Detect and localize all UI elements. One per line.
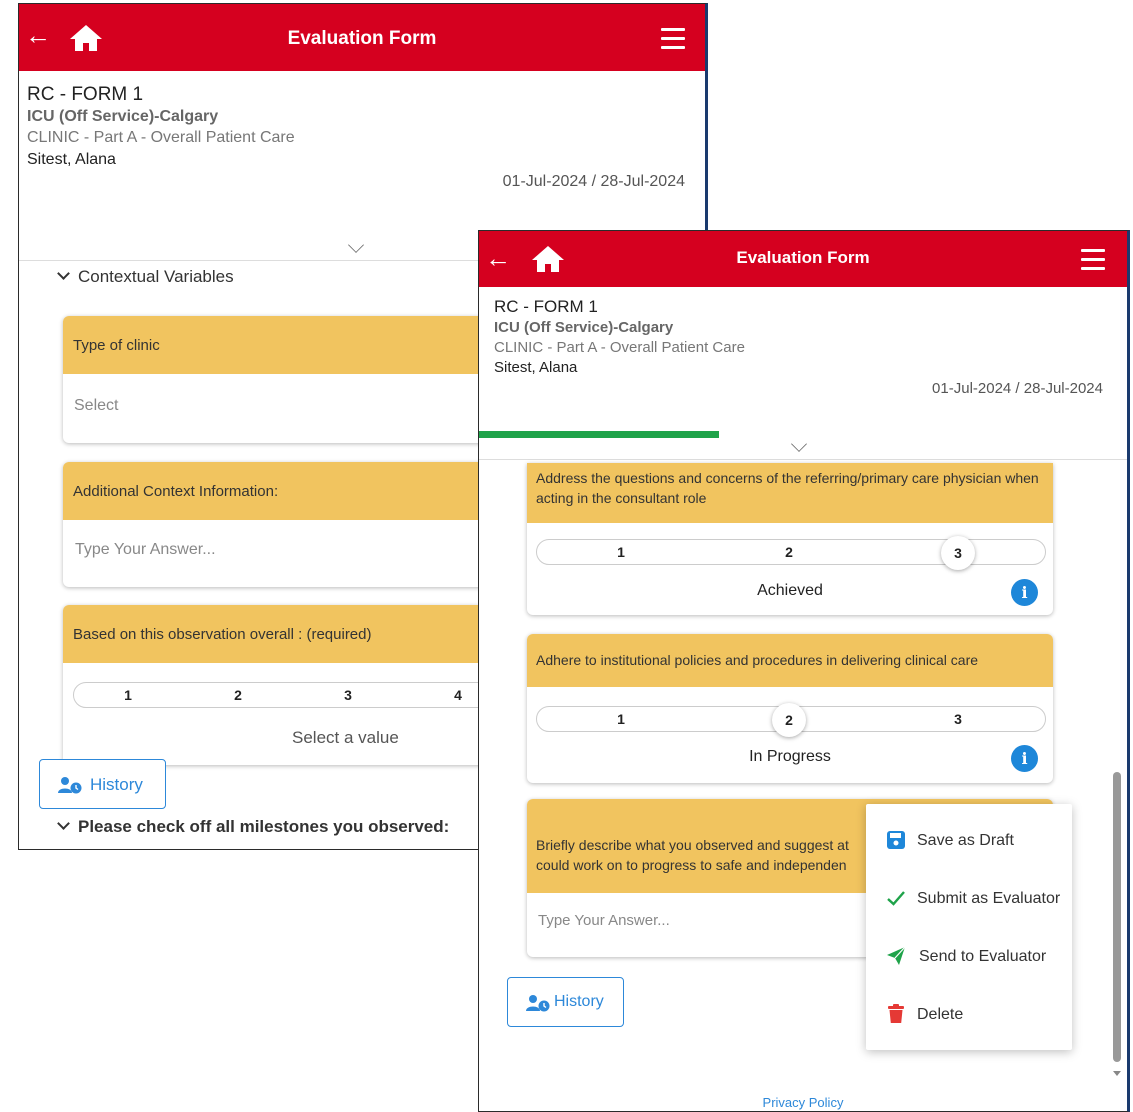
- rotation-name: ICU (Off Service)-Calgary: [27, 108, 219, 125]
- scale-value[interactable]: 1: [611, 711, 631, 727]
- card-label: Adhere to institutional policies and pro…: [527, 634, 1053, 687]
- rating-scale[interactable]: 1 2 3: [536, 536, 1046, 570]
- expand-header-chevron-icon[interactable]: [791, 436, 807, 452]
- chevron-down-icon: [57, 267, 70, 280]
- submit-as-evaluator-item[interactable]: Submit as Evaluator: [866, 870, 1072, 928]
- form-summary: RC - FORM 1 ICU (Off Service)-Calgary CL…: [479, 287, 1127, 459]
- trash-icon: [888, 1004, 904, 1023]
- institutional-policies-card: Adhere to institutional policies and pro…: [527, 634, 1053, 783]
- rating-scale[interactable]: 1 2 3: [536, 703, 1046, 737]
- person-name: Sitest, Alana: [27, 151, 116, 168]
- section-title: Please check off all milestones you obse…: [78, 817, 450, 836]
- app-header: ← Evaluation Form: [19, 4, 705, 71]
- info-icon[interactable]: i: [1011, 579, 1038, 606]
- menu-item-label: Delete: [917, 1006, 964, 1023]
- scale-status: In Progress: [749, 748, 831, 765]
- user-clock-icon: [526, 995, 550, 1012]
- selected-scale-knob[interactable]: 2: [772, 703, 806, 737]
- section-title: Contextual Variables: [78, 267, 234, 286]
- user-clock-icon: [58, 777, 82, 794]
- save-as-draft-item[interactable]: Save as Draft: [866, 812, 1072, 870]
- scale-value[interactable]: 2: [228, 687, 248, 703]
- rotation-name: ICU (Off Service)-Calgary: [494, 319, 674, 336]
- info-icon[interactable]: i: [1011, 745, 1038, 772]
- selected-scale-knob[interactable]: 3: [941, 536, 975, 570]
- menu-item-label: Submit as Evaluator: [917, 890, 1061, 907]
- scroll-down-arrow-icon[interactable]: [1113, 1071, 1121, 1076]
- card-label: Address the questions and concerns of th…: [527, 463, 1053, 523]
- delete-item[interactable]: Delete: [866, 986, 1072, 1044]
- scale-value[interactable]: 3: [948, 711, 968, 727]
- scale-status: Achieved: [757, 582, 823, 599]
- action-menu: Save as Draft Submit as Evaluator Send t…: [866, 804, 1072, 1050]
- date-range: 01-Jul-2024 / 28-Jul-2024: [502, 173, 685, 190]
- scale-value[interactable]: 2: [779, 544, 799, 560]
- history-button[interactable]: History: [507, 977, 624, 1027]
- milestones-toggle[interactable]: Please check off all milestones you obse…: [57, 817, 450, 837]
- form-name: RC - FORM 1: [27, 84, 144, 105]
- page-title: Evaluation Form: [287, 28, 437, 49]
- hamburger-menu-icon[interactable]: [661, 28, 685, 49]
- history-label: History: [90, 775, 143, 794]
- contextual-variables-toggle[interactable]: Contextual Variables: [57, 267, 234, 287]
- history-label: History: [554, 993, 604, 1010]
- checkmark-icon: [887, 891, 905, 906]
- privacy-policy-link[interactable]: Privacy Policy: [479, 1095, 1127, 1110]
- hamburger-menu-icon[interactable]: [1081, 249, 1105, 270]
- page-title: Evaluation Form: [736, 248, 870, 267]
- menu-item-label: Save as Draft: [917, 832, 1014, 849]
- date-range: 01-Jul-2024 / 28-Jul-2024: [932, 380, 1103, 397]
- history-button[interactable]: History: [39, 759, 166, 809]
- scale-status: Select a value: [292, 728, 399, 747]
- scale-value[interactable]: 3: [338, 687, 358, 703]
- progress-bar: [479, 431, 719, 438]
- scale-value[interactable]: 1: [611, 544, 631, 560]
- expand-header-chevron-icon[interactable]: [348, 237, 364, 253]
- send-to-evaluator-item[interactable]: Send to Evaluator: [866, 928, 1072, 986]
- form-name: RC - FORM 1: [494, 297, 598, 316]
- consultant-role-card: Address the questions and concerns of th…: [527, 463, 1053, 615]
- scrollbar-thumb[interactable]: [1113, 772, 1121, 1062]
- person-name: Sitest, Alana: [494, 359, 578, 376]
- scale-value[interactable]: 1: [118, 687, 138, 703]
- header-divider: [479, 459, 1127, 460]
- paper-plane-icon: [887, 946, 906, 965]
- form-subtitle: CLINIC - Part A - Overall Patient Care: [27, 129, 295, 146]
- scale-value[interactable]: 4: [448, 687, 468, 703]
- app-header: ← Evaluation Form: [479, 231, 1127, 287]
- form-subtitle: CLINIC - Part A - Overall Patient Care: [494, 339, 745, 356]
- menu-item-label: Send to Evaluator: [919, 948, 1047, 965]
- chevron-down-icon: [57, 817, 70, 830]
- floppy-disk-icon: [887, 831, 905, 849]
